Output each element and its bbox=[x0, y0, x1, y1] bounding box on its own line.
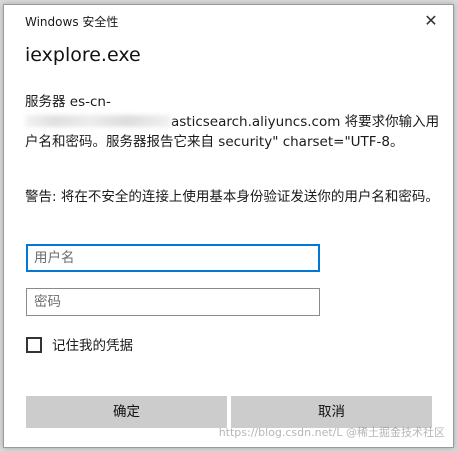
server-message: 服务器 es-cn- asticsearch.aliyuncs.com 将要求你… bbox=[25, 92, 440, 152]
remember-checkbox[interactable] bbox=[26, 337, 42, 353]
message-line-1: 服务器 es-cn- bbox=[25, 94, 111, 110]
redacted-hostname bbox=[25, 115, 171, 127]
password-input[interactable] bbox=[26, 288, 320, 316]
credential-dialog: Windows 安全性 ✕ iexplore.exe 服务器 es-cn- as… bbox=[3, 4, 454, 448]
username-input[interactable] bbox=[26, 244, 320, 272]
close-icon: ✕ bbox=[424, 11, 438, 30]
remember-label: 记住我的凭据 bbox=[52, 338, 133, 354]
warning-message: 警告: 将在不安全的连接上使用基本身份验证发送你的用户名和密码。 bbox=[25, 189, 439, 205]
screen: Windows 安全性 ✕ iexplore.exe 服务器 es-cn- as… bbox=[0, 0, 457, 451]
app-name: iexplore.exe bbox=[25, 44, 141, 66]
close-button[interactable]: ✕ bbox=[417, 9, 445, 33]
watermark: https://blog.csdn.net/L @稀土掘金技术社区 bbox=[218, 426, 445, 439]
ok-button[interactable]: 确定 bbox=[26, 396, 227, 428]
window-title: Windows 安全性 bbox=[25, 15, 119, 29]
title-bar: Windows 安全性 ✕ bbox=[4, 5, 453, 37]
